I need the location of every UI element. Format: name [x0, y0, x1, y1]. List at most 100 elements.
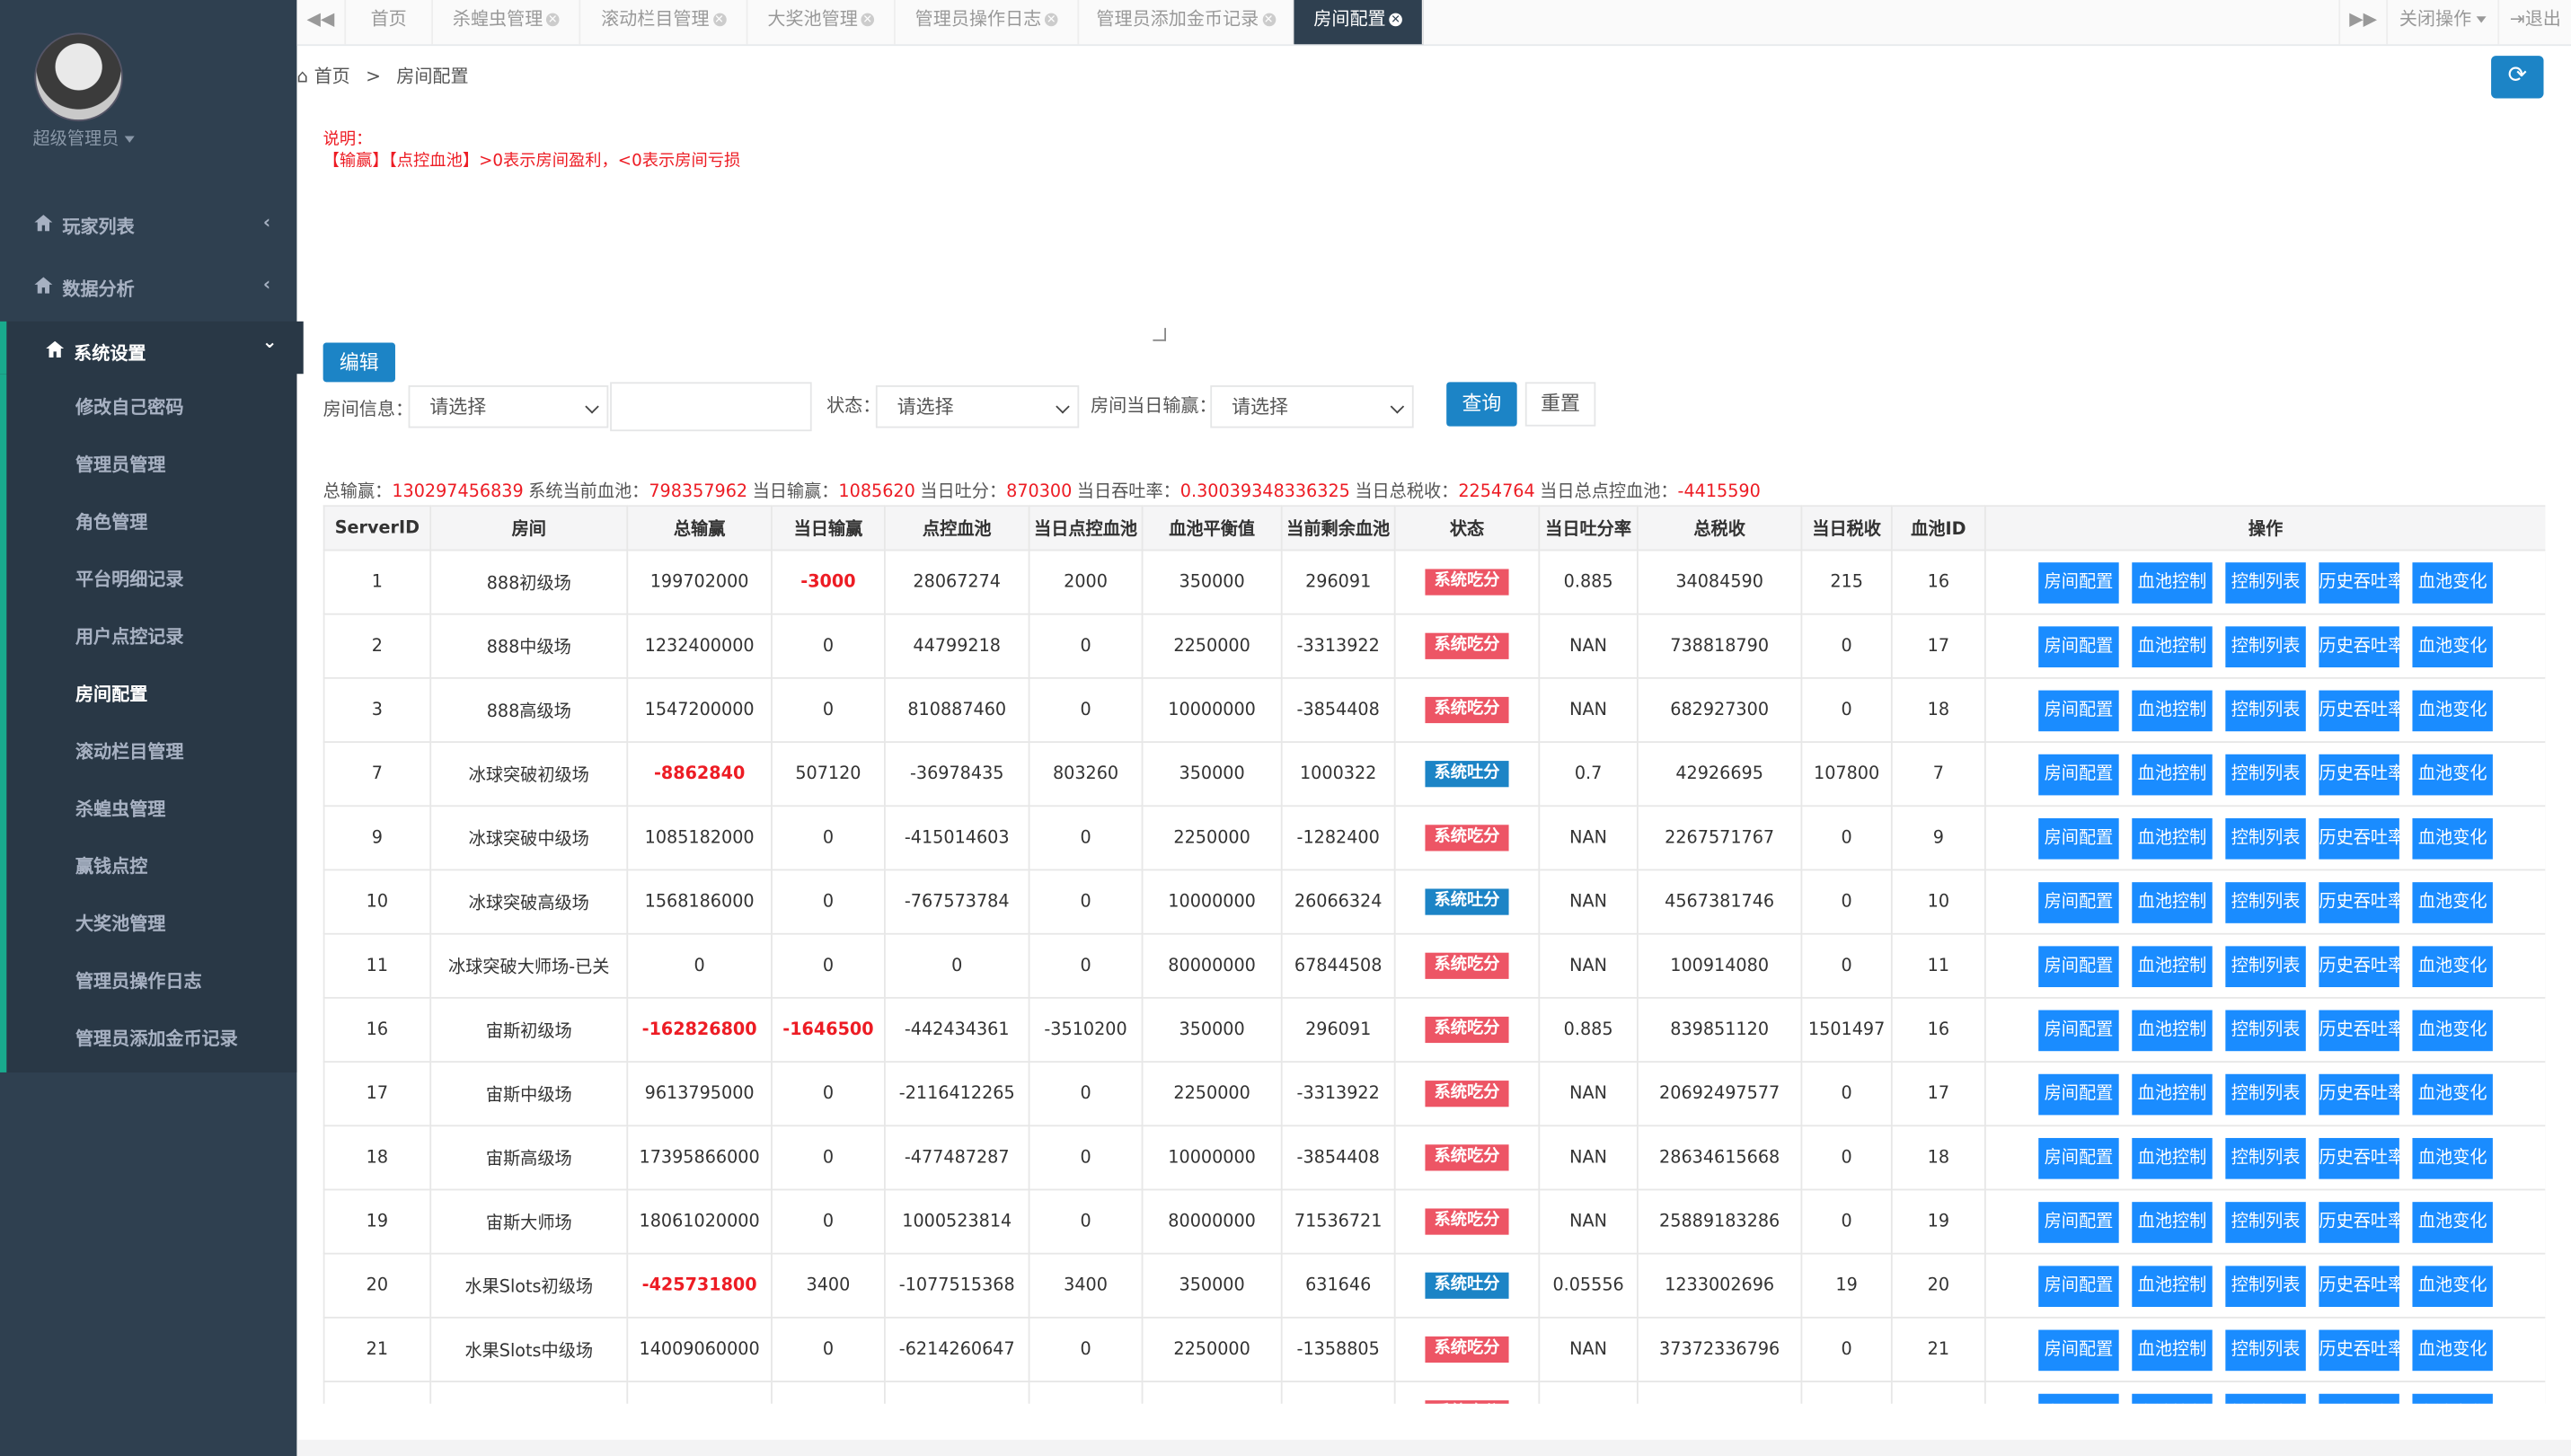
- row-action-button[interactable]: 血池控制: [2132, 1392, 2213, 1404]
- breadcrumb-home[interactable]: 首页: [314, 66, 350, 87]
- row-action-button[interactable]: 血池变化: [2412, 1265, 2493, 1307]
- close-icon[interactable]: ✕: [1261, 13, 1276, 27]
- sidebar-item-admin-gold-records[interactable]: 管理员添加金币记录: [75, 1025, 238, 1051]
- reset-button[interactable]: 重置: [1524, 382, 1596, 427]
- row-action-button[interactable]: 血池变化: [2412, 1201, 2493, 1242]
- row-action-button[interactable]: 血池变化: [2412, 1392, 2493, 1404]
- row-action-button[interactable]: 控制列表: [2225, 625, 2306, 667]
- row-action-button[interactable]: 血池变化: [2412, 1328, 2493, 1371]
- row-action-button[interactable]: 历史吞吐率: [2319, 881, 2405, 922]
- row-action-button[interactable]: 血池控制: [2132, 1328, 2213, 1371]
- sidebar-item-admin-management[interactable]: 管理员管理: [75, 451, 165, 477]
- row-action-button[interactable]: 房间配置: [2038, 625, 2119, 667]
- row-action-button[interactable]: 历史吞吐率: [2319, 1265, 2405, 1307]
- row-action-button[interactable]: 控制列表: [2225, 1009, 2306, 1051]
- close-icon[interactable]: ✕: [1389, 13, 1402, 27]
- sidebar-item-role-management[interactable]: 角色管理: [75, 508, 147, 534]
- tab-scroll-columns[interactable]: 滚动栏目管理 ✕: [580, 0, 748, 45]
- row-action-button[interactable]: 控制列表: [2225, 881, 2306, 922]
- row-action-button[interactable]: 控制列表: [2225, 817, 2306, 859]
- row-action-button[interactable]: 血池控制: [2132, 625, 2213, 667]
- row-action-button[interactable]: 历史吞吐率: [2319, 1137, 2405, 1178]
- row-action-button[interactable]: 控制列表: [2225, 1137, 2306, 1178]
- close-icon[interactable]: ✕: [861, 13, 875, 27]
- row-action-button[interactable]: 血池变化: [2412, 1072, 2493, 1115]
- row-action-button[interactable]: 血池控制: [2132, 753, 2213, 795]
- row-action-button[interactable]: 血池变化: [2412, 945, 2493, 987]
- sidebar-item-scroll-columns[interactable]: 滚动栏目管理: [75, 738, 183, 764]
- edit-button[interactable]: 编辑: [322, 342, 395, 383]
- row-action-button[interactable]: 血池控制: [2132, 561, 2213, 603]
- row-action-button[interactable]: 控制列表: [2225, 1072, 2306, 1115]
- row-action-button[interactable]: 控制列表: [2225, 753, 2306, 795]
- tab-home[interactable]: 首页: [346, 0, 433, 45]
- row-action-button[interactable]: 房间配置: [2038, 561, 2119, 603]
- room-info-input[interactable]: [610, 382, 812, 432]
- sidebar-item-jackpot[interactable]: 大奖池管理: [75, 910, 165, 936]
- row-action-button[interactable]: 房间配置: [2038, 881, 2119, 922]
- row-action-button[interactable]: 控制列表: [2225, 561, 2306, 603]
- row-action-button[interactable]: 房间配置: [2038, 1265, 2119, 1307]
- row-action-button[interactable]: 血池变化: [2412, 1137, 2493, 1178]
- row-action-button[interactable]: 血池控制: [2132, 945, 2213, 987]
- sidebar-item-change-password[interactable]: 修改自己密码: [75, 393, 183, 419]
- tab-admin-log[interactable]: 管理员操作日志 ✕: [896, 0, 1080, 45]
- row-action-button[interactable]: 控制列表: [2225, 1392, 2306, 1404]
- row-action-button[interactable]: 历史吞吐率: [2319, 817, 2405, 859]
- close-icon[interactable]: ✕: [1044, 13, 1058, 27]
- row-action-button[interactable]: 血池变化: [2412, 625, 2493, 667]
- row-action-button[interactable]: 历史吞吐率: [2319, 1328, 2405, 1371]
- row-action-button[interactable]: 血池控制: [2132, 689, 2213, 731]
- query-button[interactable]: 查询: [1446, 382, 1517, 427]
- close-icon[interactable]: ✕: [545, 13, 560, 27]
- resize-handle-icon[interactable]: [1153, 328, 1167, 341]
- row-action-button[interactable]: 历史吞吐率: [2319, 753, 2405, 795]
- sidebar-item-win-control[interactable]: 赢钱点控: [75, 852, 147, 878]
- row-action-button[interactable]: 控制列表: [2225, 1265, 2306, 1307]
- row-action-button[interactable]: 历史吞吐率: [2319, 1392, 2405, 1404]
- refresh-button[interactable]: ⟳: [2491, 56, 2544, 99]
- row-action-button[interactable]: 房间配置: [2038, 945, 2119, 987]
- row-action-button[interactable]: 血池变化: [2412, 881, 2493, 922]
- row-action-button[interactable]: 血池控制: [2132, 1265, 2213, 1307]
- tabs-prev-button[interactable]: ◀◀: [296, 0, 347, 45]
- row-action-button[interactable]: 血池变化: [2412, 1009, 2493, 1051]
- row-action-button[interactable]: 血池控制: [2132, 1009, 2213, 1051]
- row-action-button[interactable]: 血池控制: [2132, 1072, 2213, 1115]
- tab-jackpot[interactable]: 大奖池管理 ✕: [747, 0, 896, 45]
- horizontal-scrollbar[interactable]: [296, 1439, 2571, 1456]
- row-action-button[interactable]: 控制列表: [2225, 1201, 2306, 1242]
- row-action-button[interactable]: 控制列表: [2225, 689, 2306, 731]
- user-name[interactable]: 超级管理员: [33, 129, 119, 149]
- sidebar-item-platform-records[interactable]: 平台明细记录: [75, 566, 183, 592]
- row-action-button[interactable]: 血池控制: [2132, 1137, 2213, 1178]
- menu-player-list[interactable]: 玩家列表 ‹: [0, 195, 296, 257]
- row-action-button[interactable]: 历史吞吐率: [2319, 561, 2405, 603]
- row-action-button[interactable]: 血池控制: [2132, 1201, 2213, 1242]
- row-action-button[interactable]: 历史吞吐率: [2319, 689, 2405, 731]
- row-action-button[interactable]: 房间配置: [2038, 1328, 2119, 1371]
- row-action-button[interactable]: 血池变化: [2412, 561, 2493, 603]
- daily-result-select[interactable]: 请选择: [1210, 385, 1414, 428]
- sidebar-item-kill-locust[interactable]: 杀蝗虫管理: [75, 795, 165, 821]
- row-action-button[interactable]: 控制列表: [2225, 1328, 2306, 1371]
- logout-button[interactable]: ⇥退出: [2499, 0, 2571, 44]
- room-info-select[interactable]: 请选择: [408, 385, 609, 428]
- row-action-button[interactable]: 房间配置: [2038, 689, 2119, 731]
- row-action-button[interactable]: 历史吞吐率: [2319, 1009, 2405, 1051]
- row-action-button[interactable]: 房间配置: [2038, 1392, 2119, 1404]
- user-menu[interactable]: 超级管理员: [33, 127, 134, 151]
- sidebar-item-admin-log[interactable]: 管理员操作日志: [75, 967, 202, 993]
- row-action-button[interactable]: 历史吞吐率: [2319, 625, 2405, 667]
- row-action-button[interactable]: 历史吞吐率: [2319, 1201, 2405, 1242]
- sidebar-item-room-config[interactable]: 房间配置: [75, 681, 147, 707]
- close-icon[interactable]: ✕: [712, 13, 726, 27]
- row-action-button[interactable]: 血池变化: [2412, 753, 2493, 795]
- row-action-button[interactable]: 房间配置: [2038, 1072, 2119, 1115]
- avatar[interactable]: [34, 32, 123, 122]
- row-action-button[interactable]: 房间配置: [2038, 1137, 2119, 1178]
- menu-system-settings[interactable]: 系统设置 ⌄: [0, 321, 304, 375]
- sidebar-item-user-control-records[interactable]: 用户点控记录: [75, 623, 183, 649]
- row-action-button[interactable]: 血池变化: [2412, 689, 2493, 731]
- row-action-button[interactable]: 房间配置: [2038, 1009, 2119, 1051]
